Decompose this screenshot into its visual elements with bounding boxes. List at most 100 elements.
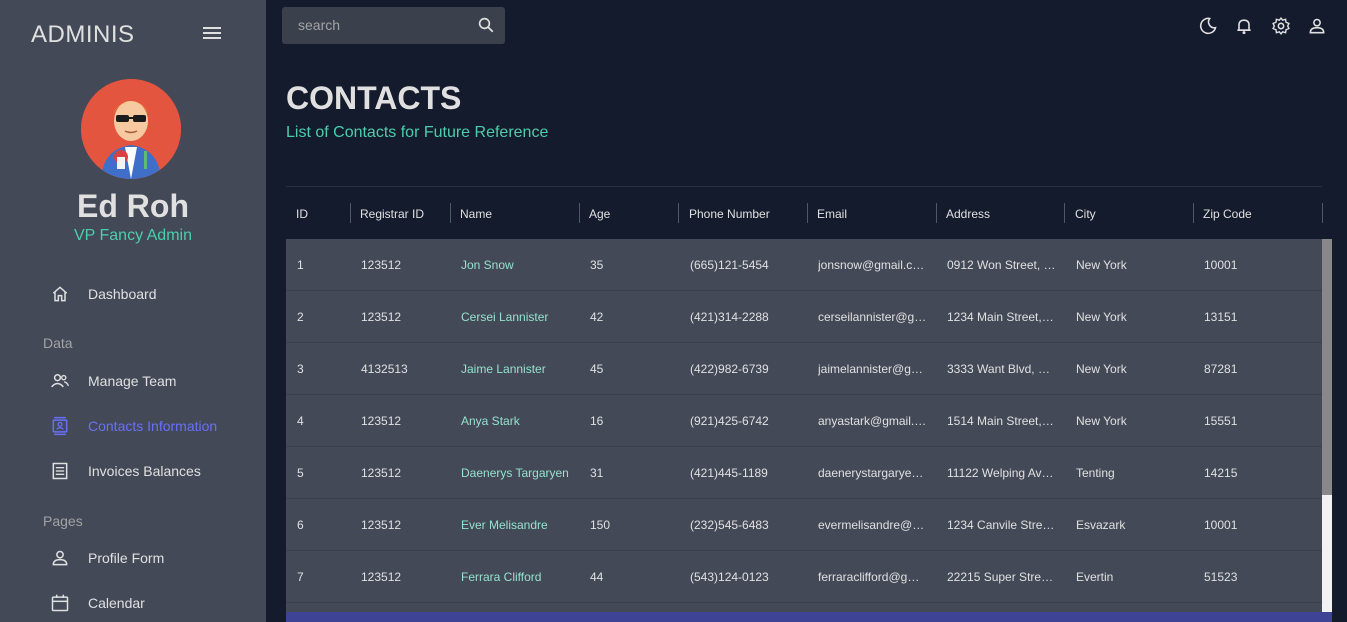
person-icon xyxy=(52,550,68,566)
column-separator[interactable] xyxy=(936,203,937,223)
table-cell: 16 xyxy=(590,414,604,428)
table-body: 1 123512 Jon Snow 35 (665)121-5454 jonsnow@gm… xyxy=(286,239,1322,612)
sidebar-item-profile-form[interactable]: Profile Form xyxy=(0,538,266,578)
table-cell: (422)982-6739 xyxy=(690,362,769,376)
table-cell: 0912 Won Street, … xyxy=(947,258,1056,272)
column-separator[interactable] xyxy=(1193,203,1194,223)
table-cell: 123512 xyxy=(361,414,402,428)
column-header[interactable]: Registrar ID xyxy=(360,187,424,240)
table-cell: New York xyxy=(1076,414,1127,428)
table-cell: 35 xyxy=(590,258,604,272)
contact-name-cell[interactable]: Ever Melisandre xyxy=(461,499,586,551)
table-cell: 10001 xyxy=(1204,518,1238,532)
table-cell: Tenting xyxy=(1076,466,1115,480)
settings-icon[interactable] xyxy=(1271,16,1291,36)
user-name: Ed Roh xyxy=(77,188,189,224)
table-cell: ferraraclifford@g… xyxy=(818,570,920,584)
contact-name-cell[interactable]: Jon Snow xyxy=(461,239,586,291)
notifications-icon[interactable] xyxy=(1234,16,1254,36)
sidebar-item-contacts[interactable]: Contacts Information xyxy=(0,406,266,446)
column-header[interactable]: ID xyxy=(296,187,308,240)
table-cell: 4 xyxy=(297,414,304,428)
table-cell: New York xyxy=(1076,362,1127,376)
contact-name-cell[interactable]: Jaime Lannister xyxy=(461,343,586,395)
table-cell: (232)545-6483 xyxy=(690,518,769,532)
table-cell: cerseilannister@g… xyxy=(818,310,927,324)
column-separator[interactable] xyxy=(1064,203,1065,223)
table-cell: 123512 xyxy=(361,518,402,532)
column-separator[interactable] xyxy=(1322,203,1323,223)
table-cell: 51523 xyxy=(1204,570,1238,584)
team-icon xyxy=(51,374,69,388)
contact-name-cell[interactable]: Anya Stark xyxy=(461,395,586,447)
contact-name-cell[interactable]: Cersei Lannister xyxy=(461,291,586,343)
sidebar-item-invoices[interactable]: Invoices Balances xyxy=(0,451,266,491)
table-row[interactable]: 6 123512 Ever Melisandre 150 (232)545-6483 ev… xyxy=(286,499,1322,551)
table-cell: 123512 xyxy=(361,310,402,324)
table-cell: New York xyxy=(1076,310,1127,324)
sidebar-item-label: Manage Team xyxy=(88,373,177,389)
table-row[interactable]: 3 4132513 Jaime Lannister 45 (422)982-6739 ja… xyxy=(286,343,1322,395)
table-cell: evermelisandre@… xyxy=(818,518,925,532)
sidebar-item-manage-team[interactable]: Manage Team xyxy=(0,361,266,401)
column-header[interactable]: Zip Code xyxy=(1203,187,1252,240)
search-input[interactable] xyxy=(298,16,468,34)
contact-name-cell[interactable]: Ferrara Clifford xyxy=(461,551,586,603)
column-header[interactable]: Phone Number xyxy=(689,187,770,240)
contacts-table: ID Registrar ID Name Age Phone Number Email Ad… xyxy=(286,186,1332,622)
sidebar: ADMINIS Ed Roh VP Fancy Admin Dashboard … xyxy=(0,0,266,622)
table-row[interactable]: 7 123512 Ferrara Clifford 44 (543)124-0123 fe… xyxy=(286,551,1322,603)
column-header[interactable]: Email xyxy=(817,187,847,240)
table-cell: 123512 xyxy=(361,258,402,272)
receipt-icon xyxy=(52,462,68,480)
sidebar-item-label: Dashboard xyxy=(88,286,157,302)
sidebar-item-dashboard[interactable]: Dashboard xyxy=(0,274,266,314)
table-cell: 4132513 xyxy=(361,362,408,376)
page-title: CONTACTS xyxy=(286,80,462,116)
sidebar-item-calendar[interactable]: Calendar xyxy=(0,583,266,622)
avatar xyxy=(81,79,181,179)
column-header[interactable]: City xyxy=(1075,187,1096,240)
user-icon[interactable] xyxy=(1307,16,1327,36)
table-cell: jaimelannister@g… xyxy=(818,362,923,376)
table-cell: 123512 xyxy=(361,570,402,584)
scrollbar[interactable] xyxy=(1322,239,1332,612)
column-header[interactable]: Age xyxy=(589,187,610,240)
table-cell: 7 xyxy=(297,570,304,584)
table-row[interactable]: 5 123512 Daenerys Targaryen 31 (421)445-1189… xyxy=(286,447,1322,499)
table-cell: 1 xyxy=(297,258,304,272)
scrollbar-thumb[interactable] xyxy=(1322,239,1332,495)
table-cell: 2 xyxy=(297,310,304,324)
contact-name-cell[interactable]: Daenerys Targaryen xyxy=(461,447,586,499)
column-header[interactable]: Name xyxy=(460,187,492,240)
search-icon[interactable] xyxy=(477,16,495,34)
sidebar-item-label: Invoices Balances xyxy=(88,463,201,479)
table-cell: 11122 Welping Av… xyxy=(947,466,1054,480)
table-row[interactable]: 1 123512 Jon Snow 35 (665)121-5454 jonsnow@gm… xyxy=(286,239,1322,291)
table-cell: 1514 Main Street,… xyxy=(947,414,1054,428)
table-cell: 13151 xyxy=(1204,310,1238,324)
table-cell: 15551 xyxy=(1204,414,1238,428)
menu-icon[interactable] xyxy=(203,27,221,41)
table-cell: (921)425-6742 xyxy=(690,414,769,428)
brand-title: ADMINIS xyxy=(31,21,135,48)
home-icon xyxy=(52,286,68,302)
search-bar xyxy=(282,7,505,44)
table-cell: (421)445-1189 xyxy=(690,466,768,480)
column-separator[interactable] xyxy=(807,203,808,223)
column-separator[interactable] xyxy=(579,203,580,223)
column-separator[interactable] xyxy=(678,203,679,223)
table-row[interactable]: 2 123512 Cersei Lannister 42 (421)314-2288 ce… xyxy=(286,291,1322,343)
sidebar-item-label: Profile Form xyxy=(88,550,165,566)
table-cell: 87281 xyxy=(1204,362,1238,376)
table-cell: 22215 Super Stre… xyxy=(947,570,1054,584)
column-separator[interactable] xyxy=(350,203,351,223)
table-cell: 14215 xyxy=(1204,466,1238,480)
column-separator[interactable] xyxy=(450,203,451,223)
table-row[interactable]: 4 123512 Anya Stark 16 (921)425-6742 anyastar… xyxy=(286,395,1322,447)
column-header[interactable]: Address xyxy=(946,187,990,240)
table-cell: 1234 Canvile Stre… xyxy=(947,518,1055,532)
table-cell: 42 xyxy=(590,310,604,324)
dark-mode-icon[interactable] xyxy=(1198,16,1218,36)
table-footer xyxy=(286,612,1332,622)
